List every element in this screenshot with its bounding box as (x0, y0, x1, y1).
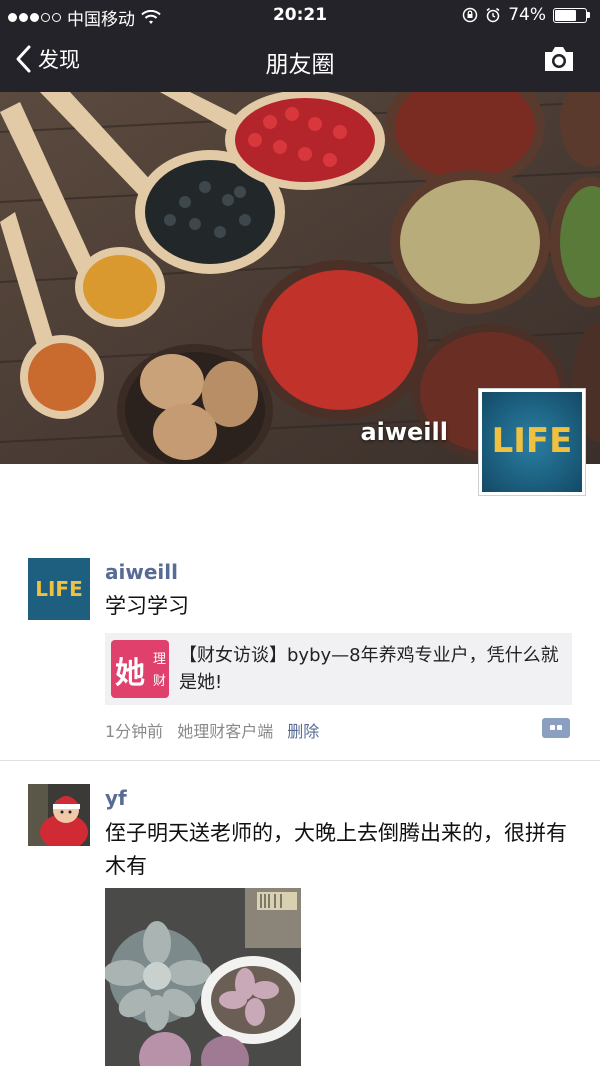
battery-icon (553, 7, 590, 23)
comment-icon[interactable] (542, 718, 570, 738)
life-logo-avatar: LIFE (28, 558, 90, 620)
life-logo-avatar: LIFE (482, 392, 582, 492)
avatar-logo-text: LIFE (35, 577, 83, 601)
succulent-plants-image (105, 888, 301, 1066)
page-title: 朋友圈 (265, 52, 335, 78)
post-divider (0, 760, 600, 761)
camera-button[interactable] (542, 44, 576, 78)
child-photo-avatar (28, 784, 90, 846)
battery-fill (555, 9, 576, 21)
cover-username: aiweill (360, 418, 448, 446)
post-avatar[interactable] (28, 784, 90, 846)
shared-article-title: 【财女访谈】byby—8年养鸡专业户，凭什么就是她! (179, 645, 559, 693)
status-right: 74% (462, 5, 590, 25)
app-icon-glyph-main: 她 (115, 656, 145, 691)
avatar-logo-text: LIFE (492, 421, 573, 461)
post-time: 1分钟前 (105, 722, 164, 741)
alarm-icon (486, 7, 500, 23)
battery-tip (587, 12, 590, 18)
post-meta: 1分钟前 她理财客户端 删除 (105, 718, 319, 742)
app-icon-glyph-sub2: 财 (152, 674, 166, 689)
post-text: 侄子明天送老师的，大晚上去倒腾出来的，很拼有木有 (105, 821, 567, 878)
status-bar: 中国移动 20:21 74% (0, 0, 600, 30)
post-source[interactable]: 她理财客户端 (177, 718, 273, 742)
post-avatar[interactable]: LIFE (28, 558, 90, 620)
battery-percent: 74% (508, 5, 546, 25)
post-photo[interactable] (105, 888, 301, 1066)
profile-avatar[interactable]: LIFE (478, 388, 586, 496)
camera-icon (545, 47, 573, 71)
battery-body (553, 7, 587, 23)
delete-button[interactable]: 删除 (287, 718, 319, 742)
app-icon-glyph-sub1: 理 (152, 652, 166, 667)
shared-article-card[interactable]: 她 理 财 【财女访谈】byby—8年养鸡专业户，凭什么就是她! (105, 633, 572, 705)
nav-bar: 发现 朋友圈 (0, 30, 600, 92)
post-author-name[interactable]: aiweill (105, 560, 178, 584)
post-text: 学习学习 (105, 594, 189, 618)
post-author-name[interactable]: yf (105, 786, 127, 810)
rotation-lock-icon (462, 7, 478, 23)
tali-cai-app-icon: 她 理 财 (111, 640, 169, 698)
